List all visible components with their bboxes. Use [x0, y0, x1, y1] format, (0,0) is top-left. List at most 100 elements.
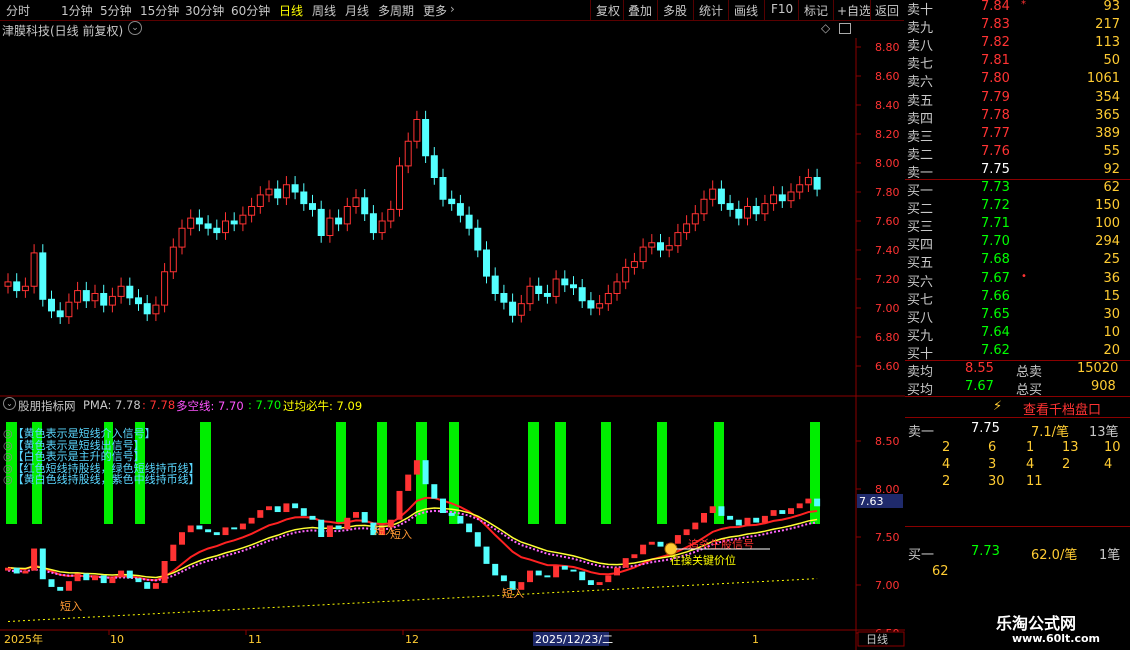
- candle: [526, 285, 534, 305]
- candle: [483, 249, 490, 277]
- candle: [761, 203, 769, 215]
- tab-more[interactable]: 更多: [423, 2, 447, 19]
- order-volume: 92: [1103, 161, 1120, 177]
- add-favorite-button[interactable]: +自选: [837, 2, 871, 19]
- order-row[interactable]: 买四 7.70 294: [905, 234, 1130, 253]
- order-row[interactable]: 卖九 7.83 217: [905, 17, 1130, 36]
- indicator-candle: [605, 575, 612, 583]
- order-row[interactable]: 买七 7.66 15: [905, 289, 1130, 308]
- overlay-button[interactable]: 叠加: [628, 2, 652, 19]
- indicator-candle: [22, 570, 29, 574]
- multi-stock-button[interactable]: 多股: [663, 2, 687, 19]
- order-row[interactable]: 卖三 7.77 389: [905, 125, 1130, 145]
- order-row[interactable]: 买八 7.65 30: [905, 307, 1130, 326]
- order-level-label: 买九: [907, 328, 934, 344]
- order-price: 7.78: [981, 107, 1010, 123]
- order-row[interactable]: 卖六 7.80 1061: [905, 71, 1130, 91]
- order-row[interactable]: 卖四 7.78 365: [905, 107, 1130, 127]
- multi-line-value: 多空线: 7.70: [176, 399, 244, 413]
- indicator-candle: [561, 565, 568, 570]
- date-jan: 1: [752, 633, 759, 646]
- order-level-label: 卖六: [907, 75, 934, 91]
- order-level-label: 买三: [907, 220, 934, 236]
- order-volume: 217: [1095, 17, 1120, 33]
- avg-sell-label: 卖均: [907, 365, 934, 380]
- thousand-level-link[interactable]: 查看千档盘口: [1023, 399, 1101, 418]
- statistics-button[interactable]: 统计: [699, 2, 723, 19]
- indicator-candle: [422, 460, 429, 485]
- order-level-label: 卖五: [907, 93, 934, 109]
- order-row[interactable]: 买一 7.73 62: [905, 180, 1130, 199]
- tab-daily[interactable]: 日线: [279, 2, 303, 19]
- order-row[interactable]: 卖五 7.79 354: [905, 90, 1130, 109]
- tab-weekly[interactable]: 周线: [312, 2, 336, 19]
- back-button[interactable]: 返回: [875, 2, 899, 19]
- candle: [804, 177, 812, 186]
- order-row[interactable]: 卖七 7.81 50: [905, 53, 1130, 72]
- candle: [343, 206, 351, 225]
- indicator-candle: [274, 506, 281, 513]
- indicator-name[interactable]: 股朋指标网: [18, 398, 76, 414]
- date-dec: 12: [405, 633, 419, 646]
- candle: [648, 242, 656, 248]
- restore-rights-button[interactable]: 复权: [596, 2, 620, 19]
- candle: [430, 155, 438, 178]
- tab-30min[interactable]: 30分钟: [185, 2, 224, 19]
- order-row[interactable]: 买五 7.68 25: [905, 252, 1130, 271]
- order-row[interactable]: 卖二 7.76 55: [905, 144, 1130, 163]
- tab-monthly[interactable]: 月线: [345, 2, 369, 19]
- sell-queue-item: 13: [1062, 440, 1079, 455]
- note-5: ◎【黄白色线持股线，紫色中线持币线】: [3, 473, 200, 486]
- order-level-label: 卖二: [907, 147, 934, 163]
- sell1-count: 13笔: [1089, 425, 1119, 440]
- candle: [387, 208, 395, 222]
- order-price: 7.71: [981, 216, 1010, 232]
- avg-buy-price: 7.67: [965, 379, 994, 394]
- candle: [256, 194, 264, 207]
- pma-value: PMA: 7.78: [83, 398, 141, 412]
- candle: [587, 300, 595, 309]
- indicator-candle: [405, 474, 412, 491]
- tab-15min[interactable]: 15分钟: [140, 2, 179, 19]
- indicator-candle: [309, 515, 316, 520]
- order-row[interactable]: 买十 7.62 20: [905, 343, 1130, 362]
- tab-fenshi[interactable]: 分时: [6, 2, 30, 19]
- order-row[interactable]: 买九 7.64 10: [905, 325, 1130, 344]
- indicator-candle: [92, 575, 98, 581]
- indicator-candle: [692, 522, 699, 530]
- order-row[interactable]: 卖十 7.84 * 93: [905, 0, 1130, 18]
- candle: [74, 290, 82, 303]
- price-tick: 7.60: [875, 215, 900, 228]
- settings-gear-icon[interactable]: ⌄: [3, 397, 16, 410]
- tab-multi-period[interactable]: 多周期: [378, 2, 414, 19]
- f10-button[interactable]: F10: [771, 2, 793, 16]
- date-oct: 10: [110, 633, 124, 646]
- indicator-candle: [318, 519, 325, 537]
- candle: [674, 232, 682, 247]
- tab-60min[interactable]: 60分钟: [231, 2, 270, 19]
- price-tick: 7.80: [875, 186, 900, 199]
- candle: [248, 206, 256, 216]
- draw-line-button[interactable]: 画线: [734, 2, 758, 19]
- price-tick: 7.20: [875, 273, 900, 286]
- value2: : 7.78: [142, 398, 176, 412]
- order-level-label: 卖四: [907, 111, 934, 127]
- tab-1min[interactable]: 1分钟: [61, 2, 93, 19]
- order-row[interactable]: 买三 7.71 100: [905, 216, 1130, 236]
- order-volume: 389: [1095, 125, 1120, 141]
- order-row[interactable]: 卖八 7.82 113: [905, 35, 1130, 54]
- price-tick: 6.80: [875, 331, 900, 344]
- kline-chart[interactable]: 8.80 8.60 8.40 8.20 8.00 7.80 7.60 7.40 7.20 7.00…: [0, 20, 905, 650]
- indicator-candle: [779, 510, 786, 514]
- candle: [291, 184, 299, 193]
- more-chevron-icon[interactable]: ›: [450, 2, 455, 16]
- order-row[interactable]: 卖一 7.75 92: [905, 161, 1130, 181]
- tab-5min[interactable]: 5分钟: [100, 2, 132, 19]
- total-sell-label: 总卖: [1016, 365, 1043, 380]
- order-row[interactable]: 买六 7.67 • 36: [905, 271, 1130, 290]
- indicator-candle: [170, 544, 177, 561]
- mark-button[interactable]: 标记: [804, 2, 828, 19]
- candle: [500, 293, 508, 303]
- cursor-date: 2025/12/23/二: [535, 633, 613, 646]
- order-row[interactable]: 买二 7.72 150: [905, 198, 1130, 217]
